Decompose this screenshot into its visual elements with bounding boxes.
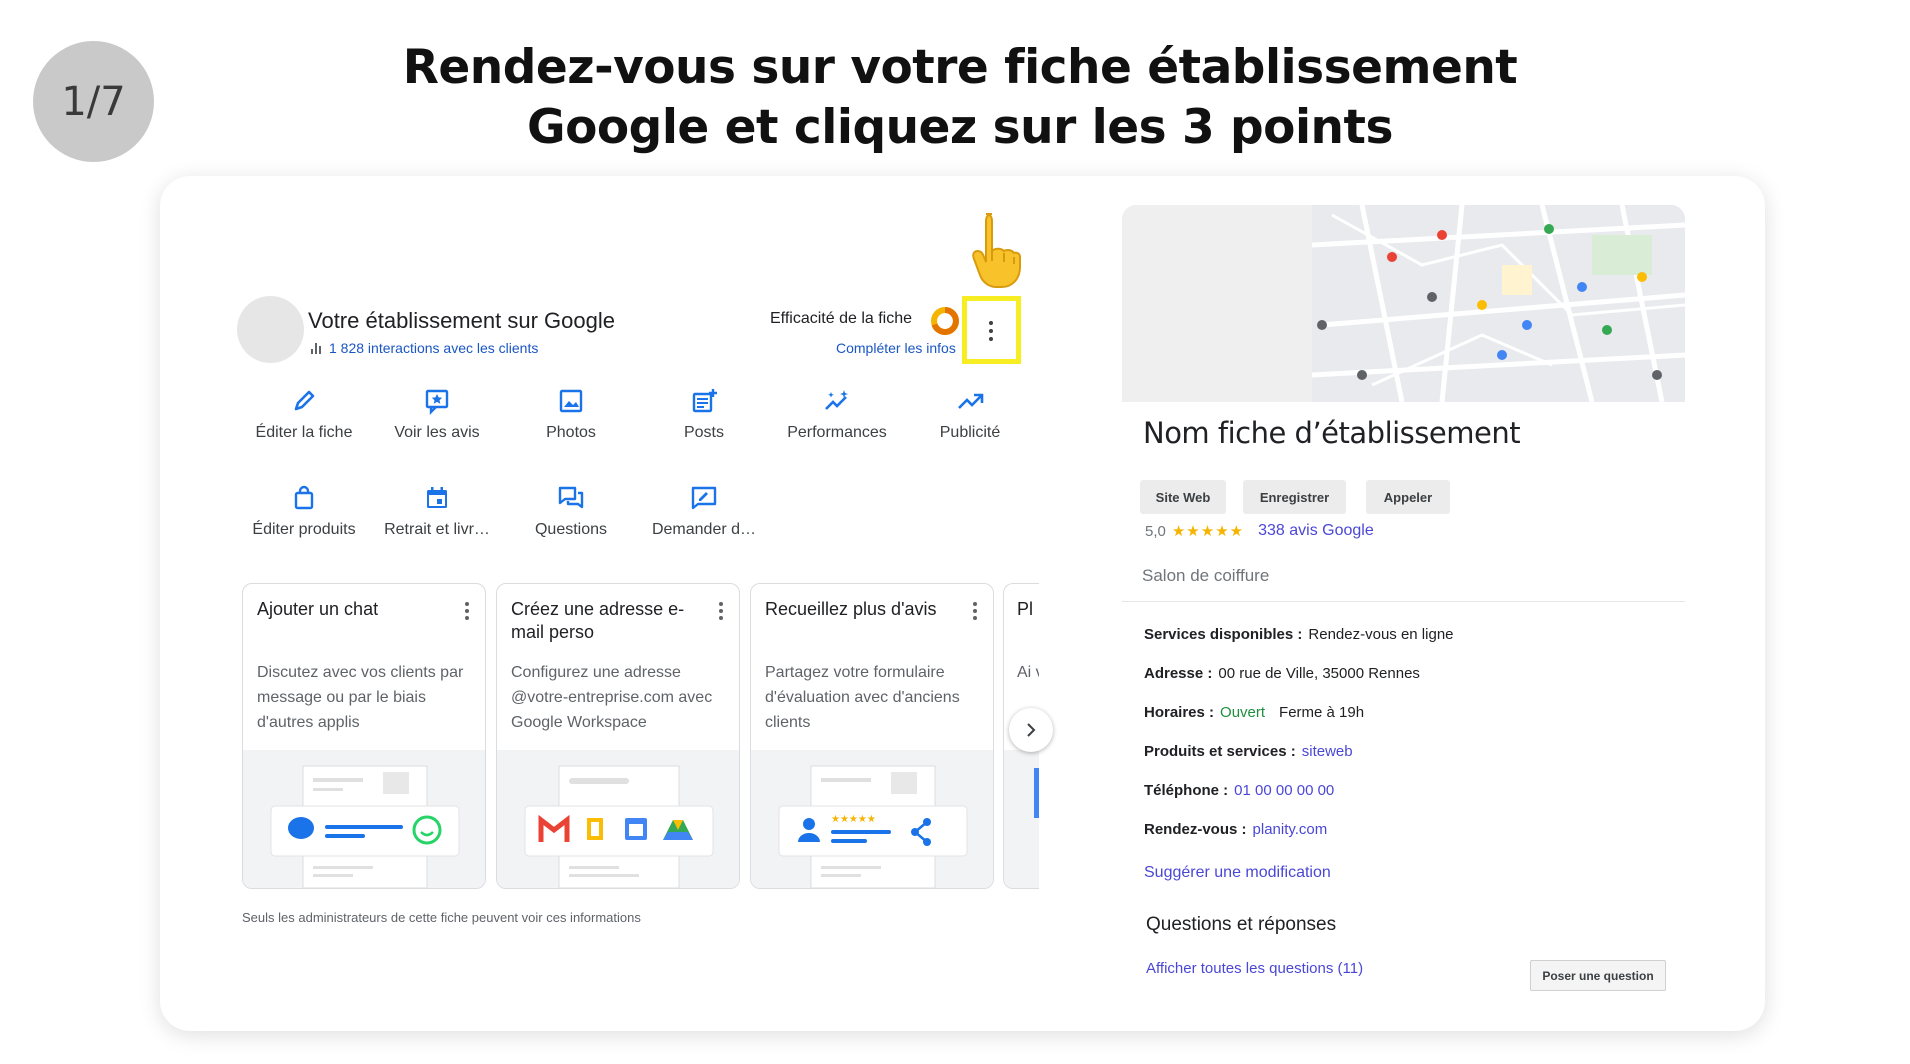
promo-title: Pl l'e [1017, 599, 1039, 619]
image-icon [559, 389, 583, 413]
completion-ring-icon [931, 307, 959, 335]
promo-title: Recueillez plus d'avis [765, 599, 937, 619]
phone-link[interactable]: 01 00 00 00 00 [1234, 782, 1334, 799]
action-see-reviews[interactable]: Voir les avis [370, 386, 504, 442]
promo-title: Ajouter un chat [257, 599, 379, 619]
reviews-illustration-icon: ★★★★★ [778, 765, 968, 888]
action-photos[interactable]: Photos [504, 386, 638, 442]
booking-link[interactable]: planity.com [1253, 821, 1328, 838]
step-badge: 1/7 [33, 41, 154, 162]
business-title: Votre établissement sur Google [308, 308, 615, 333]
sparkle-trend-icon [825, 390, 848, 410]
interactions-link[interactable]: 1 828 interactions avec les clients [311, 340, 538, 356]
website-button[interactable]: Site Web [1140, 480, 1226, 514]
action-edit-products[interactable]: Éditer produits [237, 483, 371, 539]
promo-desc: Partagez votre formulaire d'évaluation a… [765, 664, 960, 731]
info-booking: Rendez-vous : planity.com [1144, 821, 1328, 838]
place-name: Nom fiche d’établissement [1143, 416, 1521, 450]
efficacy-label: Efficacité de la fiche [770, 310, 913, 327]
rate-review-icon [691, 486, 717, 510]
promo-desc: Configurez une adresse @votre-entreprise… [511, 664, 713, 731]
pointing-hand-icon [972, 213, 1021, 288]
map-icon [1122, 205, 1685, 402]
promo-illustration-workspace [497, 750, 739, 888]
promo-card-chat[interactable]: Ajouter un chat Discutez avec vos client… [242, 583, 486, 889]
promo-desc: Ai vo [1017, 664, 1039, 681]
action-request-reviews[interactable]: Demander d… [637, 483, 771, 539]
chat-illustration-icon [270, 765, 460, 888]
info-products: Produits et services : siteweb [1144, 743, 1353, 760]
action-posts[interactable]: Posts [637, 386, 771, 442]
save-button[interactable]: Enregistrer [1243, 480, 1346, 514]
tutorial-slide: 1/7 Rendez-vous sur votre fiche établiss… [0, 0, 1910, 1064]
carousel-next-button[interactable] [1009, 708, 1053, 752]
complete-info-link[interactable]: Compléter les infos [836, 340, 956, 356]
rating-row: 5,0 ★★★★★ 338 avis Google [1145, 522, 1374, 540]
qa-title: Questions et réponses [1146, 914, 1337, 935]
workspace-illustration-icon [524, 765, 714, 888]
place-category: Salon de coiffure [1142, 566, 1270, 585]
promo-desc: Discutez avec vos clients par message ou… [257, 664, 464, 731]
more-options-button[interactable] [979, 316, 1003, 346]
promo-card-reviews[interactable]: Recueillez plus d'avis Partagez votre fo… [750, 583, 994, 889]
promo-card-email[interactable]: Créez une adresse e-mail perso Configure… [496, 583, 740, 889]
shopping-bag-icon [294, 485, 314, 510]
info-hours[interactable]: Horaires : Ouvert Ferme à 19h [1144, 704, 1364, 721]
action-advertising[interactable]: Publicité [903, 386, 1037, 442]
action-questions[interactable]: Questions [504, 483, 638, 539]
reviews-link[interactable]: 338 avis Google [1258, 522, 1374, 540]
info-address: Adresse :00 rue de Ville, 35000 Rennes [1144, 665, 1420, 682]
more-vert-icon[interactable] [971, 602, 979, 624]
headline-line-2: Google et cliquez sur les 3 points [527, 100, 1393, 155]
map-thumbnail[interactable] [1122, 205, 1685, 402]
svg-text:★★★★★: ★★★★★ [831, 814, 876, 825]
post-add-icon [692, 389, 717, 413]
headline: Rendez-vous sur votre fiche établissemen… [360, 38, 1560, 158]
chevron-right-icon [1027, 723, 1036, 737]
review-star-icon [425, 389, 449, 415]
action-pickup-delivery[interactable]: Retrait et livr… [370, 483, 504, 539]
trending-up-icon [958, 393, 984, 409]
info-phone: Téléphone :01 00 00 00 00 [1144, 782, 1335, 799]
call-button[interactable]: Appeler [1366, 480, 1450, 514]
headline-line-1: Rendez-vous sur votre fiche établissemen… [402, 40, 1518, 95]
divider [1122, 601, 1685, 602]
bar-chart-icon [311, 342, 323, 354]
business-avatar [237, 296, 304, 363]
more-vert-icon[interactable] [717, 602, 725, 624]
promo-illustration-reviews: ★★★★★ [751, 750, 993, 888]
more-vert-icon[interactable] [463, 602, 471, 624]
admin-note: Seuls les administrateurs de cette fiche… [242, 910, 641, 925]
action-edit-profile[interactable]: Éditer la fiche [237, 386, 371, 442]
promo-illustration [1004, 750, 1039, 888]
action-performance[interactable]: Performances [770, 386, 904, 442]
pencil-icon [294, 390, 315, 411]
ask-question-button[interactable]: Poser une question [1530, 960, 1666, 991]
promo-illustration-chat [243, 750, 485, 888]
rating-stars-icon: ★★★★★ [1171, 523, 1245, 540]
info-services: Services disponibles : Rendez-vous en lig… [1144, 626, 1454, 643]
more-vert-icon [989, 321, 993, 325]
chat-bubbles-icon [558, 486, 584, 509]
interactions-text: 1 828 interactions avec les clients [329, 340, 539, 356]
suggest-edit-link[interactable]: Suggérer une modification [1144, 864, 1331, 882]
all-questions-link[interactable]: Afficher toutes les questions (11) [1146, 960, 1363, 977]
calendar-icon [427, 487, 447, 508]
promo-title: Créez une adresse e-mail perso [511, 599, 685, 642]
rating-value: 5,0 [1145, 522, 1166, 540]
products-link[interactable]: siteweb [1302, 743, 1353, 760]
